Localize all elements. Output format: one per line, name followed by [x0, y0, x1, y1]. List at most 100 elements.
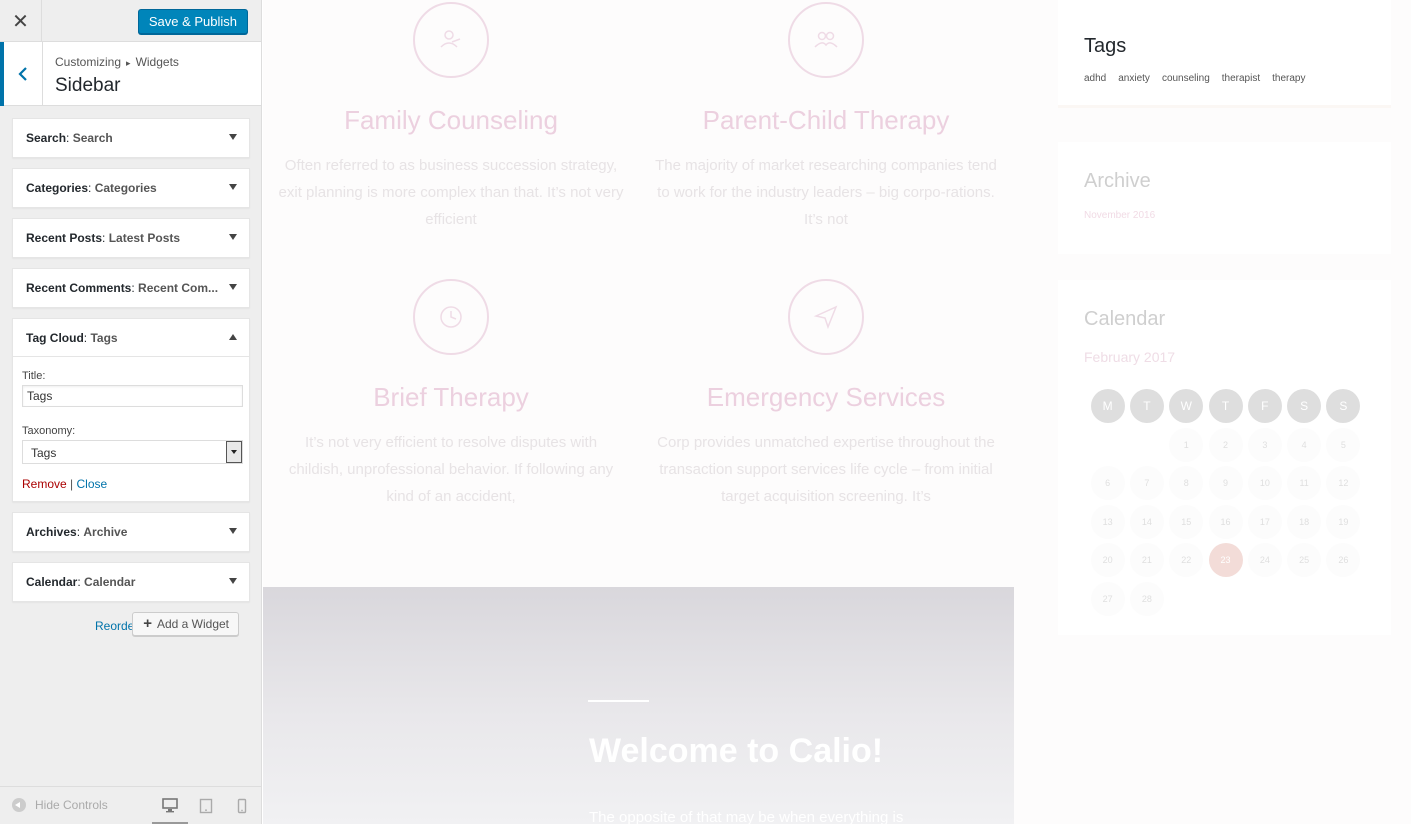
hero-title: Welcome to Calio!: [589, 732, 884, 770]
calendar-cell: [1127, 426, 1166, 465]
calendar-cell: 13: [1088, 503, 1127, 542]
calendar-day[interactable]: 24: [1247, 543, 1282, 578]
chevron-down-icon[interactable]: [226, 441, 242, 463]
back-icon[interactable]: [0, 42, 43, 106]
expand-arrow-icon[interactable]: [229, 184, 237, 190]
hide-controls-button[interactable]: Hide Controls: [12, 798, 108, 812]
tablet-preview-button[interactable]: [188, 787, 224, 824]
desktop-preview-button[interactable]: [152, 787, 188, 824]
service-title[interactable]: Parent-Child Therapy: [651, 105, 1001, 136]
calendar-day[interactable]: 4: [1287, 427, 1322, 462]
calendar-day[interactable]: 22: [1169, 543, 1204, 578]
widget-actions: Remove | Close: [22, 477, 240, 491]
widget-toggle[interactable]: Calendar: Calendar: [13, 563, 249, 601]
section-title: Sidebar: [55, 75, 121, 96]
calendar-title: Calendar: [1084, 308, 1166, 330]
title-input[interactable]: [22, 385, 243, 407]
calendar-cell: 22: [1167, 541, 1206, 580]
service-title[interactable]: Emergency Services: [651, 382, 1001, 413]
widget-toggle[interactable]: Recent Comments: Recent Com...: [13, 269, 249, 307]
expand-arrow-icon[interactable]: [229, 528, 237, 534]
remove-link[interactable]: Remove: [22, 477, 67, 491]
widget-toggle[interactable]: Tag Cloud: Tags: [13, 319, 249, 357]
calendar-day[interactable]: 12: [1326, 466, 1361, 501]
mobile-preview-button[interactable]: [224, 787, 260, 824]
calendar-grid: M T W T F S S 1 2 3 4 5 6 7 8 9 10 11 12 13 14 15 16 17 18 19 20 21…: [1088, 387, 1363, 618]
collapse-arrow-icon[interactable]: [229, 334, 237, 340]
widget-toggle[interactable]: Categories: Categories: [13, 169, 249, 207]
calendar-header-cell: M: [1088, 387, 1127, 426]
calendar-day[interactable]: 18: [1287, 504, 1322, 539]
calendar-week-row: 13 14 15 16 17 18 19: [1088, 503, 1363, 542]
calendar-cell: 4: [1284, 426, 1323, 465]
calendar-day[interactable]: 7: [1129, 466, 1164, 501]
calendar-cell: 20: [1088, 541, 1127, 580]
widget-toggle[interactable]: Recent Posts: Latest Posts: [13, 219, 249, 257]
calendar-day[interactable]: 2: [1208, 427, 1243, 462]
widget-instance-title: Archive: [83, 525, 128, 539]
widget-form: Title: Taxonomy: Tags Remove | Close: [13, 357, 249, 501]
tag-link[interactable]: anxiety: [1118, 73, 1150, 84]
calendar-day[interactable]: 10: [1247, 466, 1282, 501]
widget-type: Tag Cloud: [26, 331, 84, 345]
section-header: Customizing ▸ Widgets Sidebar: [0, 42, 261, 106]
expand-arrow-icon[interactable]: [229, 134, 237, 140]
calendar-widget: Calendar February 2017 MTWTFSS1234567891…: [1058, 280, 1391, 635]
expand-arrow-icon[interactable]: [229, 578, 237, 584]
close-link[interactable]: Close: [77, 477, 108, 491]
breadcrumb-widgets: Widgets: [135, 55, 179, 69]
calendar-day[interactable]: 14: [1129, 504, 1164, 539]
taxonomy-select[interactable]: Tags: [22, 440, 243, 464]
service-title[interactable]: Brief Therapy: [276, 382, 626, 413]
widget-instance-title: Recent Com...: [138, 281, 219, 295]
tag-link[interactable]: adhd: [1084, 73, 1106, 84]
widget-toggle[interactable]: Archives: Archive: [13, 513, 249, 551]
widget-footer: Reorder + Add a Widget: [12, 612, 250, 642]
service-emergency-services: Emergency Services Corp provides unmatch…: [651, 279, 1001, 510]
save-publish-button[interactable]: Save & Publish: [137, 9, 248, 34]
expand-arrow-icon[interactable]: [229, 234, 237, 240]
calendar-day[interactable]: 25: [1287, 543, 1322, 578]
calendar-day[interactable]: 15: [1169, 504, 1204, 539]
widget-type: Archives: [26, 525, 77, 539]
desktop-icon: [162, 797, 178, 812]
weekday-label: T: [1208, 389, 1243, 424]
calendar-day[interactable]: 17: [1247, 504, 1282, 539]
calendar-day-today[interactable]: 23: [1208, 543, 1243, 578]
widget-title: Calendar: Calendar: [26, 575, 136, 589]
tag-link[interactable]: counseling: [1162, 73, 1210, 84]
calendar-day[interactable]: 28: [1129, 581, 1164, 616]
calendar-day[interactable]: 20: [1090, 543, 1125, 578]
tag-link[interactable]: therapist: [1222, 73, 1260, 84]
calendar-day[interactable]: 16: [1208, 504, 1243, 539]
calendar-day[interactable]: 6: [1090, 466, 1125, 501]
calendar-day[interactable]: 27: [1090, 581, 1125, 616]
add-widget-button[interactable]: + Add a Widget: [132, 612, 239, 636]
actions-separator: |: [70, 477, 74, 491]
calendar-day[interactable]: 9: [1208, 466, 1243, 501]
calendar-cell: 16: [1206, 503, 1245, 542]
close-icon[interactable]: ✕: [0, 0, 42, 42]
calendar-day[interactable]: 11: [1287, 466, 1322, 501]
archive-link[interactable]: November 2016: [1084, 210, 1155, 221]
widget-type: Calendar: [26, 575, 78, 589]
weekday-label: T: [1129, 389, 1164, 424]
calendar-day[interactable]: 1: [1169, 427, 1204, 462]
calendar-day[interactable]: 19: [1326, 504, 1361, 539]
calendar-day[interactable]: 13: [1090, 504, 1125, 539]
widget-title: Categories: Categories: [26, 181, 157, 195]
expand-arrow-icon[interactable]: [229, 284, 237, 290]
tags-title: Tags: [1084, 35, 1127, 57]
calendar-day[interactable]: 26: [1326, 543, 1361, 578]
archive-title: Archive: [1084, 170, 1151, 192]
calendar-day[interactable]: 8: [1169, 466, 1204, 501]
service-title[interactable]: Family Counseling: [276, 105, 626, 136]
calendar-day[interactable]: 3: [1247, 427, 1282, 462]
calendar-day[interactable]: 5: [1326, 427, 1361, 462]
widget-toggle[interactable]: Search: Search: [13, 119, 249, 157]
widget-categories: Categories: Categories: [12, 168, 250, 208]
tag-link[interactable]: therapy: [1272, 73, 1305, 84]
customizer-footer: Hide Controls: [0, 786, 261, 824]
calendar-day[interactable]: 21: [1129, 543, 1164, 578]
taxonomy-selected-value: Tags: [31, 446, 57, 460]
